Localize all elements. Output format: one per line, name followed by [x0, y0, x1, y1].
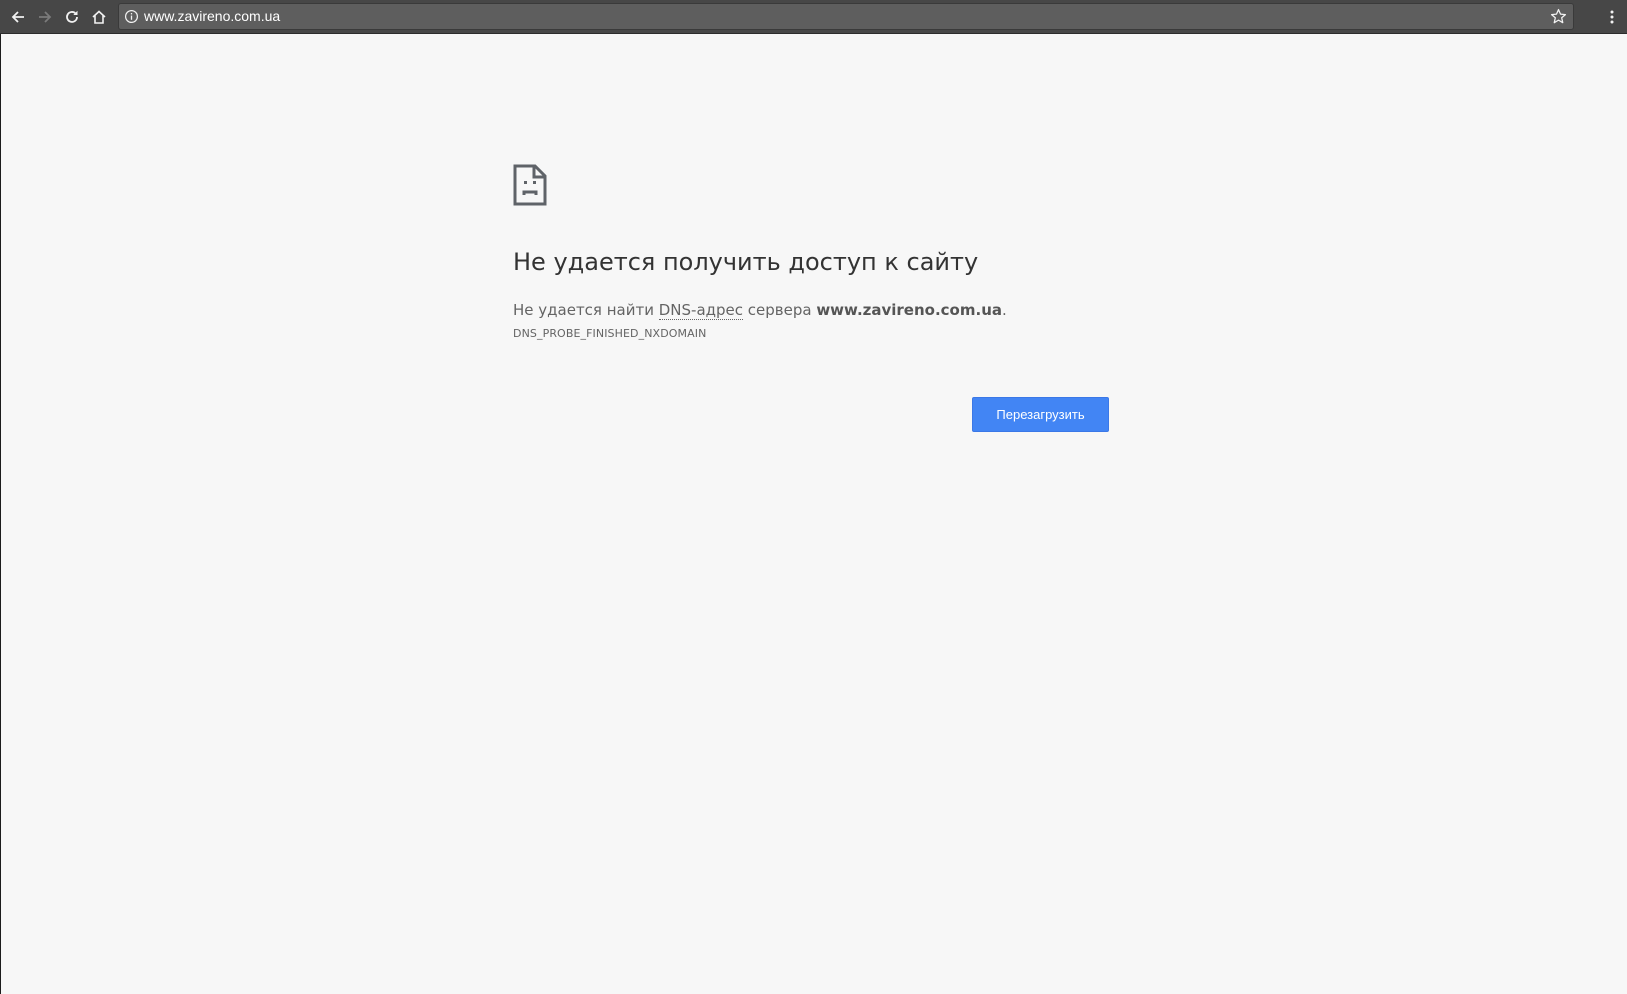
address-bar[interactable]: www.zavireno.com.ua: [118, 3, 1574, 30]
kebab-menu-icon: [1610, 10, 1614, 24]
back-button[interactable]: [6, 5, 30, 29]
desc-prefix: Не удается найти: [513, 301, 659, 319]
info-icon[interactable]: [124, 9, 139, 24]
forward-arrow-icon: [39, 11, 52, 23]
home-button[interactable]: [87, 5, 111, 29]
bookmark-star-icon[interactable]: [1550, 8, 1567, 25]
back-arrow-icon: [11, 11, 24, 23]
reload-nav-button[interactable]: [60, 5, 84, 29]
sad-page-icon: [513, 164, 547, 206]
error-host: www.zavireno.com.ua: [816, 301, 1002, 319]
error-code: DNS_PROBE_FINISHED_NXDOMAIN: [513, 327, 707, 340]
url-text[interactable]: www.zavireno.com.ua: [144, 4, 280, 29]
error-description: Не удается найти DNS-адрес сервера www.z…: [513, 301, 1007, 320]
dns-term: DNS-адрес: [658, 301, 743, 320]
forward-button[interactable]: [33, 5, 57, 29]
desc-suffix: .: [1002, 301, 1007, 319]
reload-button[interactable]: Перезагрузить: [972, 397, 1109, 432]
browser-menu-button[interactable]: [1602, 6, 1622, 28]
error-title: Не удается получить доступ к сайту: [513, 248, 979, 276]
browser-toolbar: www.zavireno.com.ua: [0, 0, 1627, 34]
desc-middle: сервера: [743, 301, 817, 319]
reload-icon: [66, 10, 78, 23]
home-icon: [92, 10, 106, 24]
page-border: [0, 34, 1, 994]
